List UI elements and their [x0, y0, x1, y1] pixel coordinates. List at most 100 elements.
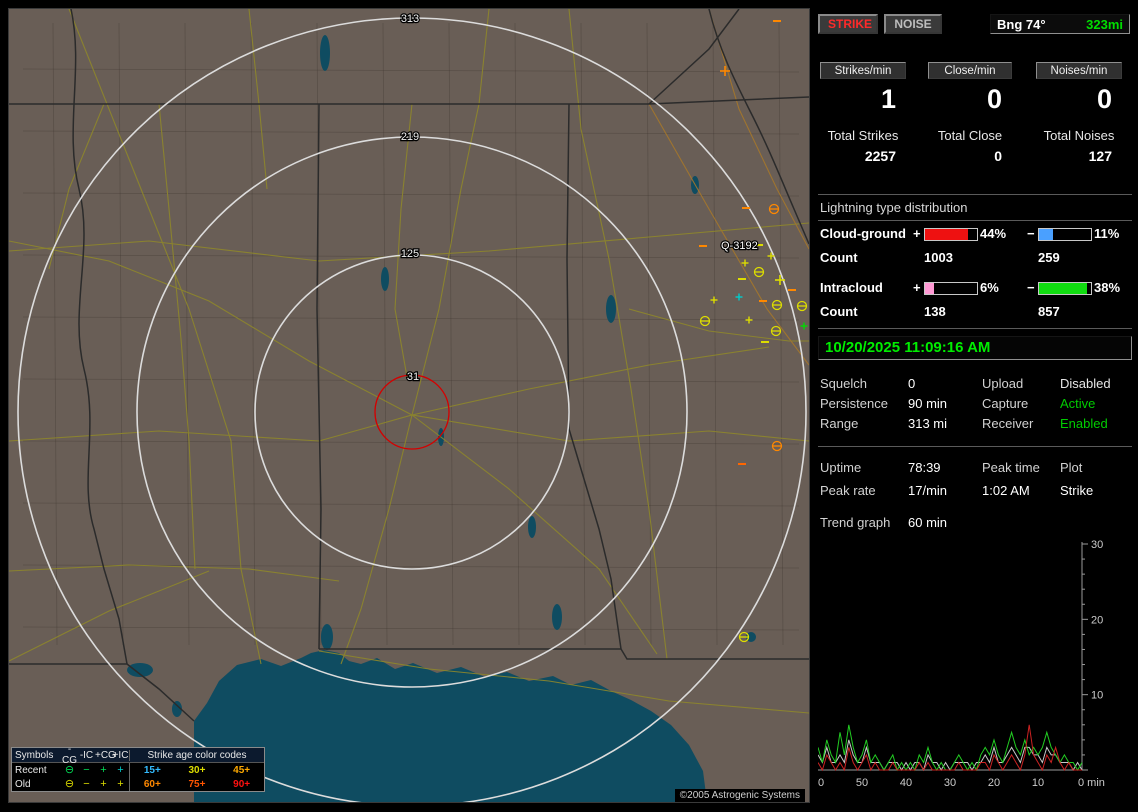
total-noises-label: Total Noises: [1043, 128, 1115, 143]
peak-rate-value: 17/min: [908, 483, 948, 498]
cloud-ground-count-row: Count 1003 259: [816, 250, 1134, 268]
svg-text:10: 10: [1032, 777, 1044, 789]
cg-neg-recent-icon: ⊖: [64, 764, 75, 776]
legend-recent-label: Recent: [15, 764, 47, 776]
ic-positive-count: 138: [924, 304, 946, 319]
capture-status: Active: [1060, 396, 1096, 411]
age-60: 60+: [143, 778, 161, 790]
ring-label-219: 219: [401, 131, 419, 143]
total-strikes-value: 2257: [864, 148, 896, 164]
ic-neg-old-icon: −: [83, 778, 90, 790]
svg-text:20: 20: [988, 777, 1000, 789]
ic-negative-bar: [1038, 282, 1092, 295]
ic-positive-bar: [924, 282, 978, 295]
trend-graph-label: Trend graph: [820, 515, 891, 530]
bearing-range-value: 323mi: [1086, 16, 1123, 32]
datetime-display: 10/20/2025 11:09:16 AM: [818, 336, 1132, 360]
peak-rate-label: Peak rate: [820, 483, 876, 498]
svg-text:30: 30: [944, 777, 956, 789]
age-15: 15+: [143, 764, 161, 776]
persistence-value: 90 min: [908, 396, 948, 411]
persistence-label: Persistence: [820, 396, 888, 411]
age-90: 90+: [233, 778, 251, 790]
total-strikes-label: Total Strikes: [827, 128, 899, 143]
separator: [818, 328, 1132, 329]
legend-col-ic-pos: +IC: [112, 749, 129, 761]
distribution-title: Lightning type distribution: [820, 200, 968, 215]
ic-neg-recent-icon: −: [83, 764, 90, 776]
total-close-value: 0: [994, 148, 1002, 164]
legend-header: Symbols -CG -IC +CG +IC Strike age color…: [12, 744, 264, 766]
ic-negative-count: 857: [1038, 304, 1060, 319]
legend-ages-row2: 60+ 75+ 90+: [129, 777, 264, 791]
cg-negative-count: 259: [1038, 250, 1060, 265]
cg-negative-bar-fill: [1039, 229, 1053, 240]
cg-pos-recent-icon: +: [100, 764, 107, 776]
bearing-value: Bng 74°: [997, 16, 1046, 32]
legend-col-cg-neg: -CG: [62, 744, 77, 766]
separator: [818, 446, 1132, 447]
legend-row-recent: Recent ⊖ − + + 15+ 30+ 45+: [12, 763, 264, 777]
noises-per-min-value: 0: [1096, 84, 1112, 114]
ic-negative-pct: 38%: [1094, 280, 1121, 295]
peak-time-label: Peak time: [982, 460, 1040, 475]
minus-sign: −: [1027, 280, 1035, 295]
bearing-display: Bng 74° 323mi: [990, 14, 1130, 34]
plus-sign: +: [913, 280, 921, 295]
legend-row-old: Old ⊖ − + + 60+ 75+ 90+: [12, 777, 264, 791]
cg-negative-bar: [1038, 228, 1092, 241]
total-noises-value: 127: [1088, 148, 1112, 164]
noises-per-min-box[interactable]: Noises/min: [1036, 62, 1122, 79]
trend-graph: 30 20 10 60 50 40 30 20 10 0 min: [818, 538, 1114, 790]
plus-sign: +: [913, 226, 921, 241]
cg-positive-bar: [924, 228, 978, 241]
storm-cell-label: Q-3192: [721, 240, 758, 252]
close-per-min-value: 0: [986, 84, 1002, 114]
capture-label: Capture: [982, 396, 1029, 411]
range-label: Range: [820, 416, 859, 431]
control-panel: STRIKE NOISE Bng 74° 323mi Strikes/min C…: [816, 10, 1134, 804]
receiver-status: Enabled: [1060, 416, 1108, 431]
ic-positive-pct: 6%: [980, 280, 999, 295]
ic-pos-recent-icon: +: [117, 764, 124, 776]
stats-row-1: Uptime 78:39 Peak time Plot: [816, 460, 1134, 478]
copyright-text: ©2005 Astrogenic Systems: [674, 789, 805, 802]
cg-positive-count: 1003: [924, 250, 953, 265]
cloud-ground-row: Cloud-ground + 44% − 11%: [816, 226, 1134, 244]
legend-symbols-title: Symbols: [15, 749, 54, 761]
status-row-squelch: Squelch 0 Upload Disabled: [816, 376, 1134, 394]
trend-label-row: Trend graph 60 min: [816, 515, 1134, 533]
upload-status: Disabled: [1060, 376, 1111, 391]
strikes-per-min-box[interactable]: Strikes/min: [820, 62, 906, 79]
plot-label: Plot: [1060, 460, 1083, 475]
status-row-range: Range 313 mi Receiver Enabled: [816, 416, 1134, 434]
uptime-value: 78:39: [908, 460, 941, 475]
lightning-map[interactable]: 313 219 125 31 Q-3192 Symbols -CG -IC +C…: [8, 8, 810, 803]
strikes-per-min-value: 1: [880, 84, 896, 114]
map-canvas[interactable]: 313 219 125 31 Q-3192: [9, 9, 809, 802]
cloud-ground-label: Cloud-ground: [820, 226, 906, 241]
receiver-label: Receiver: [982, 416, 1034, 431]
ring-label-31: 31: [407, 371, 419, 383]
ring-label-313: 313: [401, 13, 419, 25]
svg-text:30: 30: [1091, 539, 1103, 551]
svg-text:10: 10: [1091, 690, 1103, 702]
count-label: Count: [820, 250, 858, 265]
symbol-legend: Symbols -CG -IC +CG +IC Strike age color…: [11, 744, 265, 792]
ic-positive-bar-fill: [925, 283, 935, 294]
close-per-min-box[interactable]: Close/min: [928, 62, 1012, 79]
cg-negative-pct: 11%: [1094, 226, 1120, 241]
ring-label-125: 125: [401, 248, 419, 260]
age-45: 45+: [233, 764, 251, 776]
cg-pos-old-icon: +: [100, 778, 107, 790]
legend-col-ic-neg: -IC: [79, 749, 94, 761]
legend-ages-row1: 15+ 30+ 45+: [129, 763, 264, 777]
trend-window-value: 60 min: [908, 515, 948, 530]
strike-button[interactable]: STRIKE: [818, 14, 878, 34]
intracloud-count-row: Count 138 857: [816, 304, 1134, 322]
top-button-row: STRIKE NOISE Bng 74° 323mi: [816, 14, 1134, 34]
upload-label: Upload: [982, 376, 1024, 391]
svg-text:60: 60: [818, 777, 824, 789]
noise-button[interactable]: NOISE: [884, 14, 942, 34]
intracloud-row: Intracloud + 6% − 38%: [816, 280, 1134, 298]
